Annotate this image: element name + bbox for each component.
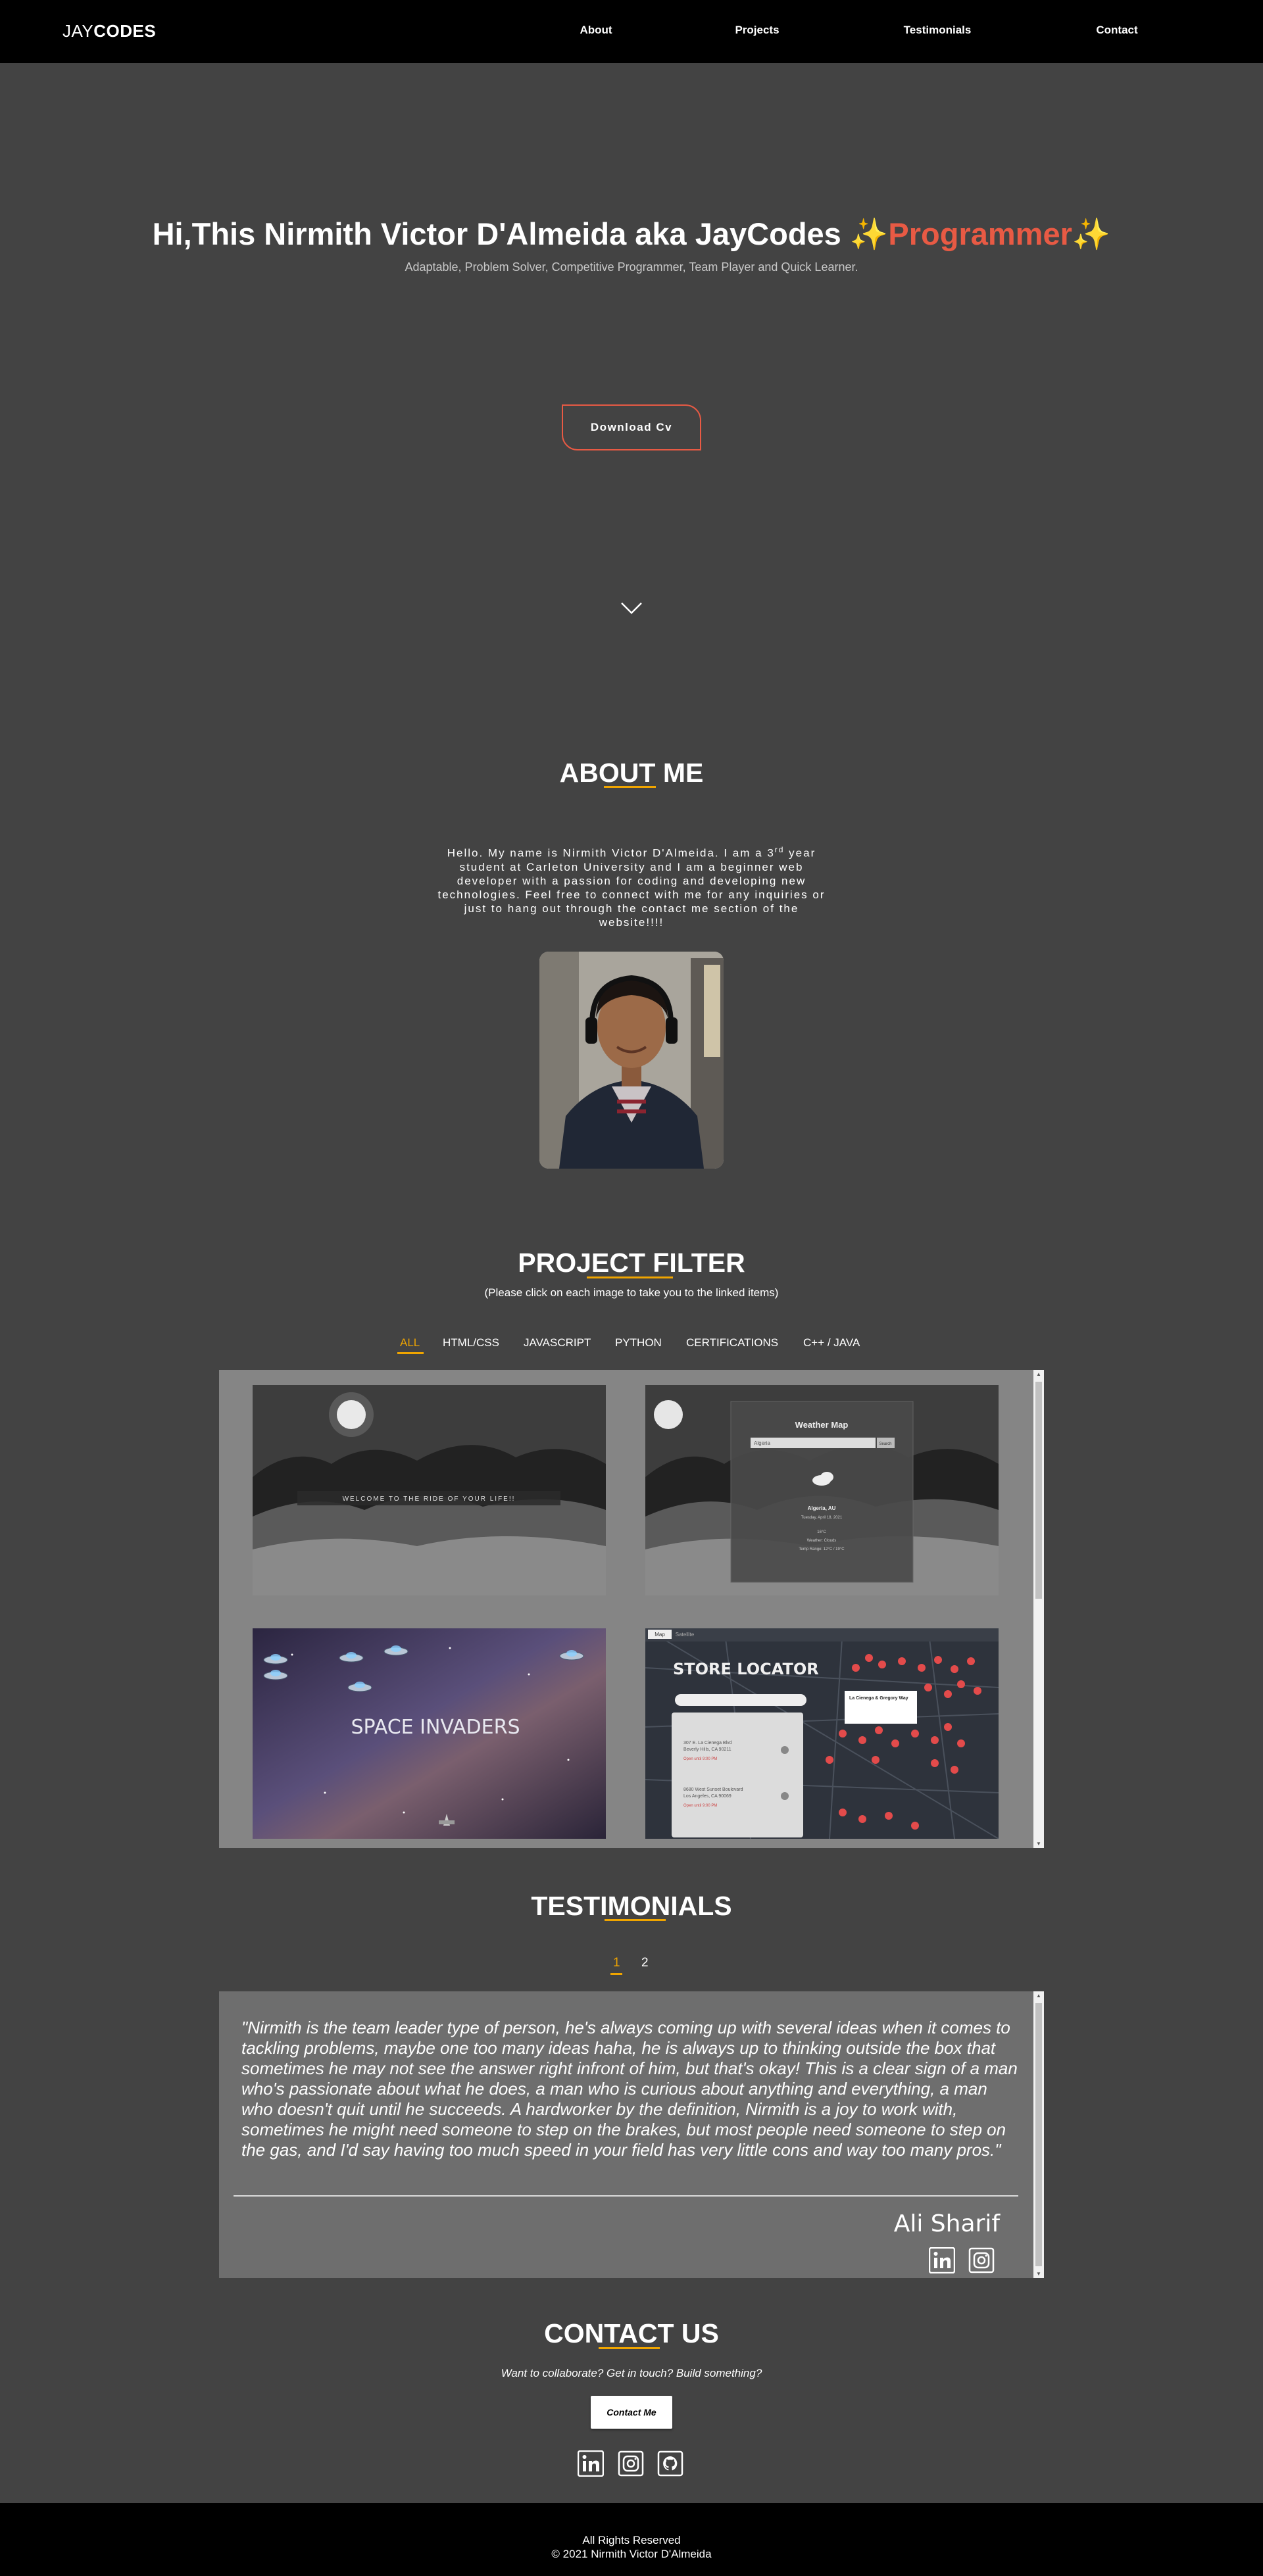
filter-html-css[interactable]: HTML/CSS xyxy=(443,1336,499,1349)
projects-grid-panel[interactable]: WELCOME TO THE RIDE OF YOUR LIFE!! Weath… xyxy=(219,1370,1044,1848)
project-card-weather-map[interactable]: Weather Map Algeria Search Algeria, AU T… xyxy=(645,1385,999,1595)
active-page-underline xyxy=(610,1973,622,1975)
instagram-icon[interactable] xyxy=(618,2450,644,2477)
testimonial-page-1[interactable]: 1 xyxy=(613,1956,620,1970)
map-popup-title: La Cienega & Gregory Way xyxy=(849,1696,908,1701)
nav-link-projects[interactable]: Projects xyxy=(691,24,823,37)
project-title: SPACE INVADERS xyxy=(351,1716,520,1739)
footer: All Rights Reserved © 2021 Nirmith Victo… xyxy=(0,2503,1263,2576)
project-title: STORE LOCATOR xyxy=(673,1660,819,1678)
footer-copyright: © 2021 Nirmith Victor D'Almeida xyxy=(551,2548,712,2560)
projects-scrollbar[interactable]: ▲ ▼ xyxy=(1033,1370,1044,1848)
testimonials-heading: TESTIMONIALS xyxy=(531,1891,732,1921)
nav-link-testimonials[interactable]: Testimonials xyxy=(872,24,1003,37)
github-icon[interactable] xyxy=(657,2450,683,2477)
brand-bold: CODES xyxy=(93,21,157,41)
weather-card-title: Weather Map xyxy=(795,1420,849,1430)
weather-input-value: Algeria xyxy=(754,1440,770,1446)
contact-subtitle: Want to collaborate? Get in touch? Build… xyxy=(501,2367,762,2379)
filter-cpp-java[interactable]: C++ / JAVA xyxy=(803,1336,860,1349)
result1-line1: 307 E. La Cienega Blvd xyxy=(683,1741,732,1745)
linkedin-icon[interactable] xyxy=(578,2450,604,2477)
testimonial-scrollbar[interactable]: ▲ ▼ xyxy=(1033,1991,1044,2278)
weather-search-button: Search xyxy=(879,1442,891,1446)
weather-range: Temp Range: 12°C / 19°C xyxy=(799,1547,845,1551)
chevron-down-icon[interactable] xyxy=(620,600,643,616)
nav-link-about[interactable]: About xyxy=(530,24,662,37)
heading-underline xyxy=(587,1276,673,1278)
about-heading: ABOUT ME xyxy=(559,758,704,788)
projects-subtitle: (Please click on each image to take you … xyxy=(484,1286,779,1299)
linkedin-icon[interactable] xyxy=(929,2247,955,2273)
result1-line2: Beverly Hills, CA 90211 xyxy=(683,1747,731,1752)
hero-title-accent: Programmer xyxy=(888,216,1072,251)
weather-city: Algeria, AU xyxy=(808,1505,836,1511)
scrollbar-thumb[interactable] xyxy=(1035,1382,1042,1599)
map-tab: Map xyxy=(655,1632,665,1638)
sparkle-icon: ✨ xyxy=(849,216,889,251)
heading-underline xyxy=(605,1919,666,1921)
weather-date: Tuesday, April 18, 2021 xyxy=(801,1516,843,1520)
filter-certifications[interactable]: CERTIFICATIONS xyxy=(686,1336,778,1349)
satellite-tab: Satellite xyxy=(676,1632,695,1638)
filter-javascript[interactable]: JAVASCRIPT xyxy=(524,1336,591,1349)
testimonial-page-2[interactable]: 2 xyxy=(641,1956,649,1970)
brand-light: JAY xyxy=(62,21,94,41)
testimonial-divider xyxy=(234,2195,1018,2197)
instagram-icon[interactable] xyxy=(968,2247,995,2273)
result2-line2: Los Angeles, CA 90069 xyxy=(683,1794,731,1799)
scroll-up-icon[interactable]: ▲ xyxy=(1036,1993,1041,1999)
result2-line1: 8680 West Sunset Boulevard xyxy=(683,1787,743,1792)
hero-subtitle: Adaptable, Problem Solver, Competitive P… xyxy=(405,260,858,274)
project-card-space-invaders[interactable]: SPACE INVADERS xyxy=(253,1628,606,1839)
active-filter-underline xyxy=(397,1352,424,1354)
contact-me-button[interactable]: Contact Me xyxy=(591,2396,672,2429)
scroll-down-icon[interactable]: ▼ xyxy=(1036,2271,1041,2277)
heading-underline xyxy=(599,2347,660,2349)
download-cv-button[interactable]: Download Cv xyxy=(562,404,701,450)
scroll-down-icon[interactable]: ▼ xyxy=(1036,1841,1041,1847)
project-card-ride[interactable]: WELCOME TO THE RIDE OF YOUR LIFE!! xyxy=(253,1385,606,1595)
result2-status: Open until 9:00 PM xyxy=(683,1804,717,1808)
contact-heading: CONTACT US xyxy=(544,2318,719,2348)
project-card-store-locator[interactable]: Map Satellite STORE LOCATOR 307 E. La Ci… xyxy=(645,1628,999,1839)
top-navbar: JAYCODES About Projects Testimonials Con… xyxy=(0,0,1263,63)
nav-link-contact[interactable]: Contact xyxy=(1051,24,1183,37)
footer-rights: All Rights Reserved xyxy=(582,2534,681,2546)
testimonial-quote: "Nirmith is the team leader type of pers… xyxy=(241,2018,1018,2160)
result1-status: Open until 9:00 PM xyxy=(683,1757,717,1761)
testimonial-author: Ali Sharif xyxy=(893,2210,1000,2237)
projects-heading: PROJECT FILTER xyxy=(518,1248,745,1278)
sparkle-icon: ✨ xyxy=(1072,216,1111,251)
project-overlay-text: WELCOME TO THE RIDE OF YOUR LIFE!! xyxy=(343,1495,516,1503)
about-text-part: Hello. My name is Nirmith Victor D'Almei… xyxy=(447,846,775,860)
weather-condition: Weather: Clouds xyxy=(807,1539,837,1543)
filter-all[interactable]: ALL xyxy=(400,1336,420,1349)
weather-temp: 16°C xyxy=(817,1530,826,1534)
hero-title-text: Hi,This Nirmith Victor D'Almeida aka Jay… xyxy=(152,216,850,251)
heading-underline xyxy=(604,786,656,788)
filter-python[interactable]: PYTHON xyxy=(615,1336,662,1349)
hero-title: Hi,This Nirmith Victor D'Almeida aka Jay… xyxy=(0,216,1263,253)
scroll-up-icon[interactable]: ▲ xyxy=(1036,1371,1041,1377)
scrollbar-thumb[interactable] xyxy=(1035,2003,1042,2266)
profile-photo xyxy=(539,952,724,1169)
about-text: Hello. My name is Nirmith Victor D'Almei… xyxy=(434,843,829,929)
about-text-sup: rd xyxy=(774,845,785,854)
brand-logo[interactable]: JAYCODES xyxy=(62,21,156,41)
